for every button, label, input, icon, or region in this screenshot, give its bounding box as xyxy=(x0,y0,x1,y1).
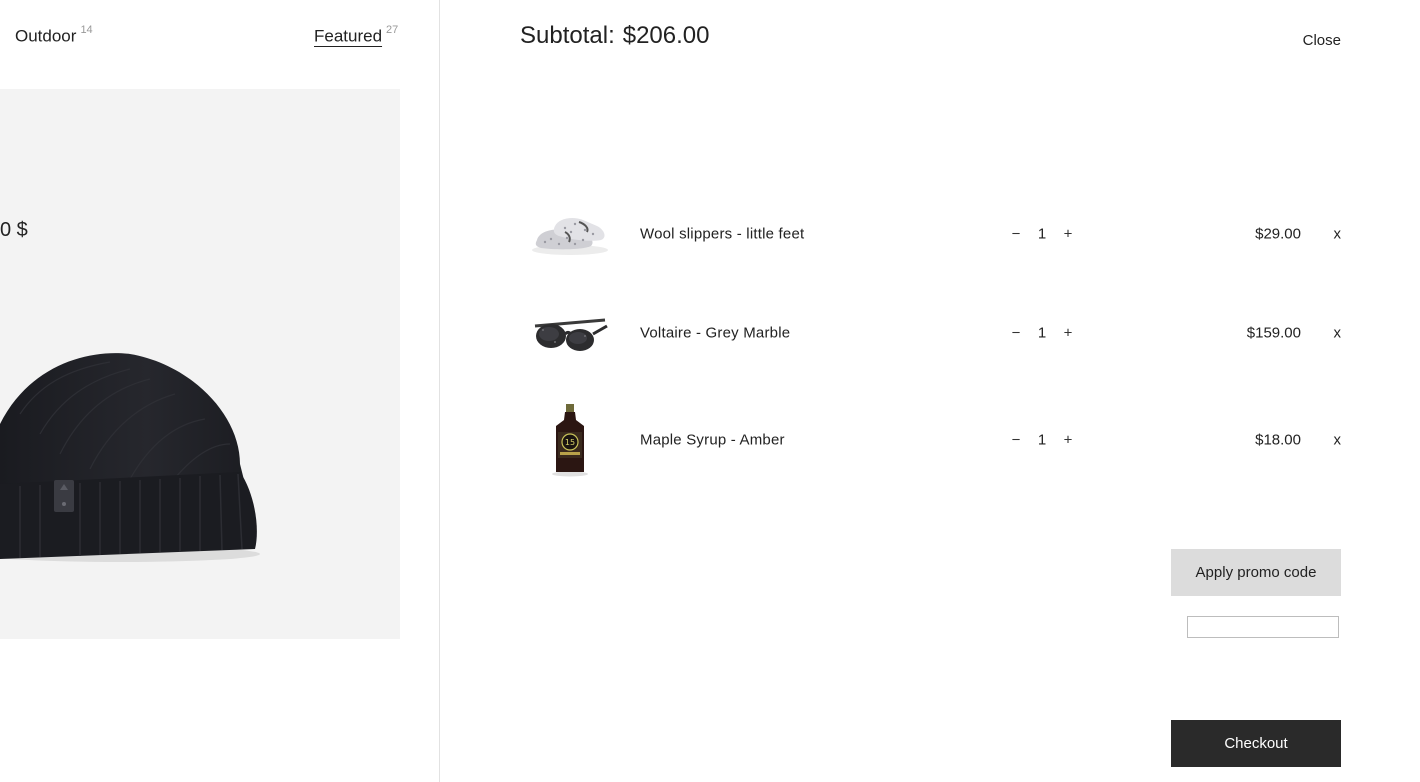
syrup-bottle-image: 15 xyxy=(520,400,620,480)
product-card[interactable]: 0 $ xyxy=(0,89,400,639)
filter-outdoor-count: 14 xyxy=(80,24,93,36)
subtotal-value: $206.00 xyxy=(622,22,710,49)
item-price: $29.00 xyxy=(1255,225,1301,243)
product-card-price: 0 $ xyxy=(0,219,28,241)
cart-drawer: Subtotal: $206.00 Close Wool slippers - l… xyxy=(439,0,1420,782)
decrease-quantity-button[interactable]: − xyxy=(1008,325,1024,342)
apply-promo-code-button[interactable]: Apply promo code xyxy=(1171,549,1341,596)
quantity-value: 1 xyxy=(1037,324,1047,342)
remove-item-button[interactable]: x xyxy=(1334,432,1342,449)
checkout-button[interactable]: Checkout xyxy=(1171,720,1341,767)
sunglasses-image xyxy=(520,293,620,373)
decrease-quantity-button[interactable]: − xyxy=(1008,226,1024,243)
quantity-stepper: − 1 + xyxy=(1008,432,1076,449)
cart-subtotal: Subtotal: $206.00 xyxy=(520,22,710,50)
item-name: Maple Syrup - Amber xyxy=(640,431,785,449)
item-name: Voltaire - Grey Marble xyxy=(640,324,791,342)
item-name: Wool slippers - little feet xyxy=(640,225,805,243)
quantity-value: 1 xyxy=(1037,431,1047,449)
quantity-stepper: − 1 + xyxy=(1008,226,1076,243)
quantity-stepper: − 1 + xyxy=(1008,325,1076,342)
remove-item-button[interactable]: x xyxy=(1334,226,1342,243)
filter-outdoor-label: Outdoor xyxy=(15,26,77,46)
beanie-image xyxy=(0,353,260,562)
filter-outdoor[interactable]: Outdoor 14 xyxy=(15,24,93,47)
product-listing-page: Outdoor 14 Featured 27 0 $ xyxy=(0,0,440,782)
item-price: $159.00 xyxy=(1246,324,1301,342)
cart-item: 15 Maple Syrup - Amber − 1 + $18.00 x xyxy=(520,400,1341,480)
increase-quantity-button[interactable]: + xyxy=(1060,226,1076,243)
slippers-image xyxy=(520,194,620,274)
subtotal-label: Subtotal: xyxy=(520,22,615,49)
remove-item-button[interactable]: x xyxy=(1334,325,1342,342)
filter-featured-label: Featured xyxy=(314,26,383,46)
filter-featured-count: 27 xyxy=(386,24,399,36)
promo-code-input[interactable] xyxy=(1187,616,1339,638)
cart-item: Wool slippers - little feet − 1 + $29.00… xyxy=(520,194,1341,274)
close-button[interactable]: Close xyxy=(1303,32,1341,49)
decrease-quantity-button[interactable]: − xyxy=(1008,432,1024,449)
filter-featured[interactable]: Featured 27 xyxy=(314,24,399,47)
increase-quantity-button[interactable]: + xyxy=(1060,325,1076,342)
item-price: $18.00 xyxy=(1255,431,1301,449)
cart-item: Voltaire - Grey Marble − 1 + $159.00 x xyxy=(520,293,1341,373)
quantity-value: 1 xyxy=(1037,225,1047,243)
increase-quantity-button[interactable]: + xyxy=(1060,432,1076,449)
svg-text:15: 15 xyxy=(565,438,575,447)
